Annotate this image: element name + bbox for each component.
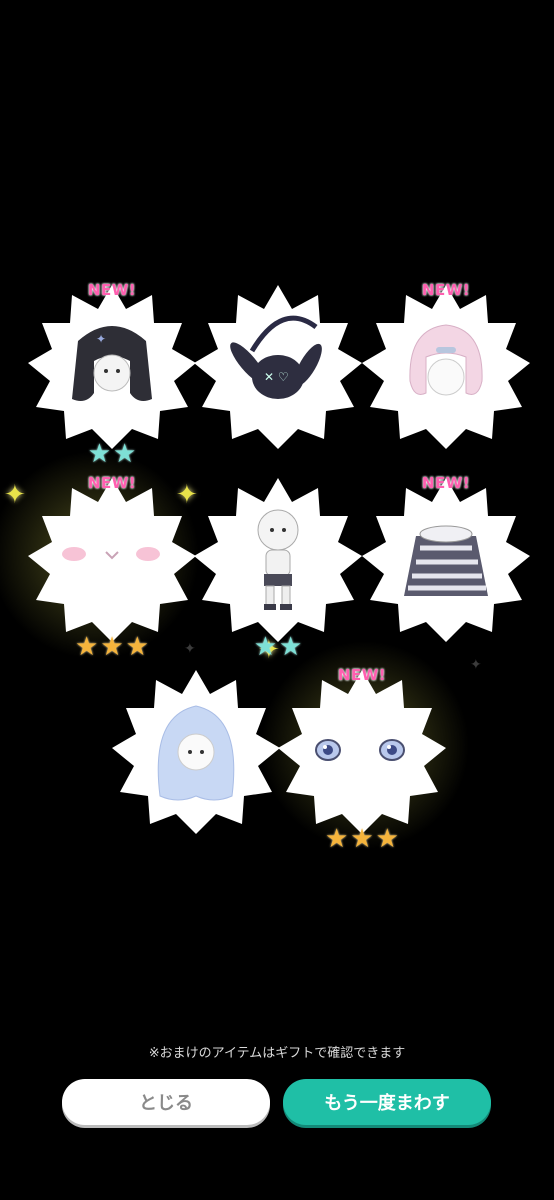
new-label: NEW! — [87, 474, 137, 492]
gacha-item-blush-face[interactable]: NEW! ★ ★ ★ — [26, 474, 198, 660]
rarity-stars: ★ ★ — [254, 634, 303, 660]
new-label: NEW! — [87, 281, 137, 299]
badge-burst — [278, 670, 446, 834]
gacha-item-blue-eyes[interactable]: NEW! ★ ★ ★ — [276, 666, 448, 852]
sparkle-icon: ✦ — [4, 480, 26, 510]
spin-again-button[interactable]: もう一度まわす — [283, 1079, 491, 1125]
star-icon: ★ — [350, 824, 374, 854]
star-icon: ★ — [87, 439, 111, 469]
new-label: NEW! — [421, 474, 471, 492]
badge-burst — [194, 478, 362, 642]
star-icon: ★ — [279, 632, 303, 662]
gacha-item-pink-hair[interactable]: NEW! — [360, 281, 532, 453]
rarity-stars: ★ ★ ★ — [325, 826, 399, 852]
gacha-item-outfit[interactable]: ★ ★ — [192, 474, 364, 660]
gacha-item-cat-hood[interactable]: ✦ NEW! ★ ★ — [26, 281, 198, 467]
close-button-label: とじる — [139, 1093, 193, 1114]
gacha-item-blue-hair[interactable] — [110, 666, 282, 838]
badge-burst — [362, 478, 530, 642]
new-label: NEW! — [421, 281, 471, 299]
badge-burst — [362, 285, 530, 449]
spin-again-button-label: もう一度まわす — [324, 1093, 450, 1114]
striped-dress-icon — [404, 525, 488, 596]
star-icon: ★ — [75, 632, 99, 662]
star-icon: ★ — [125, 632, 149, 662]
badge-burst — [112, 670, 280, 834]
cat-hood-icon: ✦ — [72, 326, 152, 401]
rarity-stars: ★ ★ ★ — [75, 634, 149, 660]
star-icon: ★ — [325, 824, 349, 854]
svg-text:✦: ✦ — [96, 332, 106, 346]
close-button[interactable]: とじる — [62, 1079, 270, 1125]
sparkle-icon: ✦ — [470, 657, 482, 673]
badge-burst — [28, 478, 196, 642]
star-icon: ★ — [375, 824, 399, 854]
star-icon: ★ — [253, 632, 277, 662]
star-icon: ★ — [113, 439, 137, 469]
gacha-item-striped-dress[interactable]: NEW! — [360, 474, 532, 646]
new-label: NEW! — [337, 666, 387, 684]
bonus-items-note: ※おまけのアイテムはギフトで確認できます — [148, 1046, 406, 1061]
rarity-stars: ★ ★ — [88, 441, 137, 467]
star-icon: ★ — [100, 632, 124, 662]
gacha-item-bunny-bag[interactable]: ✕ ♡ — [192, 281, 364, 453]
svg-text:✕ ♡: ✕ ♡ — [264, 370, 289, 384]
badge-burst: ✦ — [28, 285, 196, 449]
badge-burst: ✕ ♡ — [194, 285, 362, 449]
